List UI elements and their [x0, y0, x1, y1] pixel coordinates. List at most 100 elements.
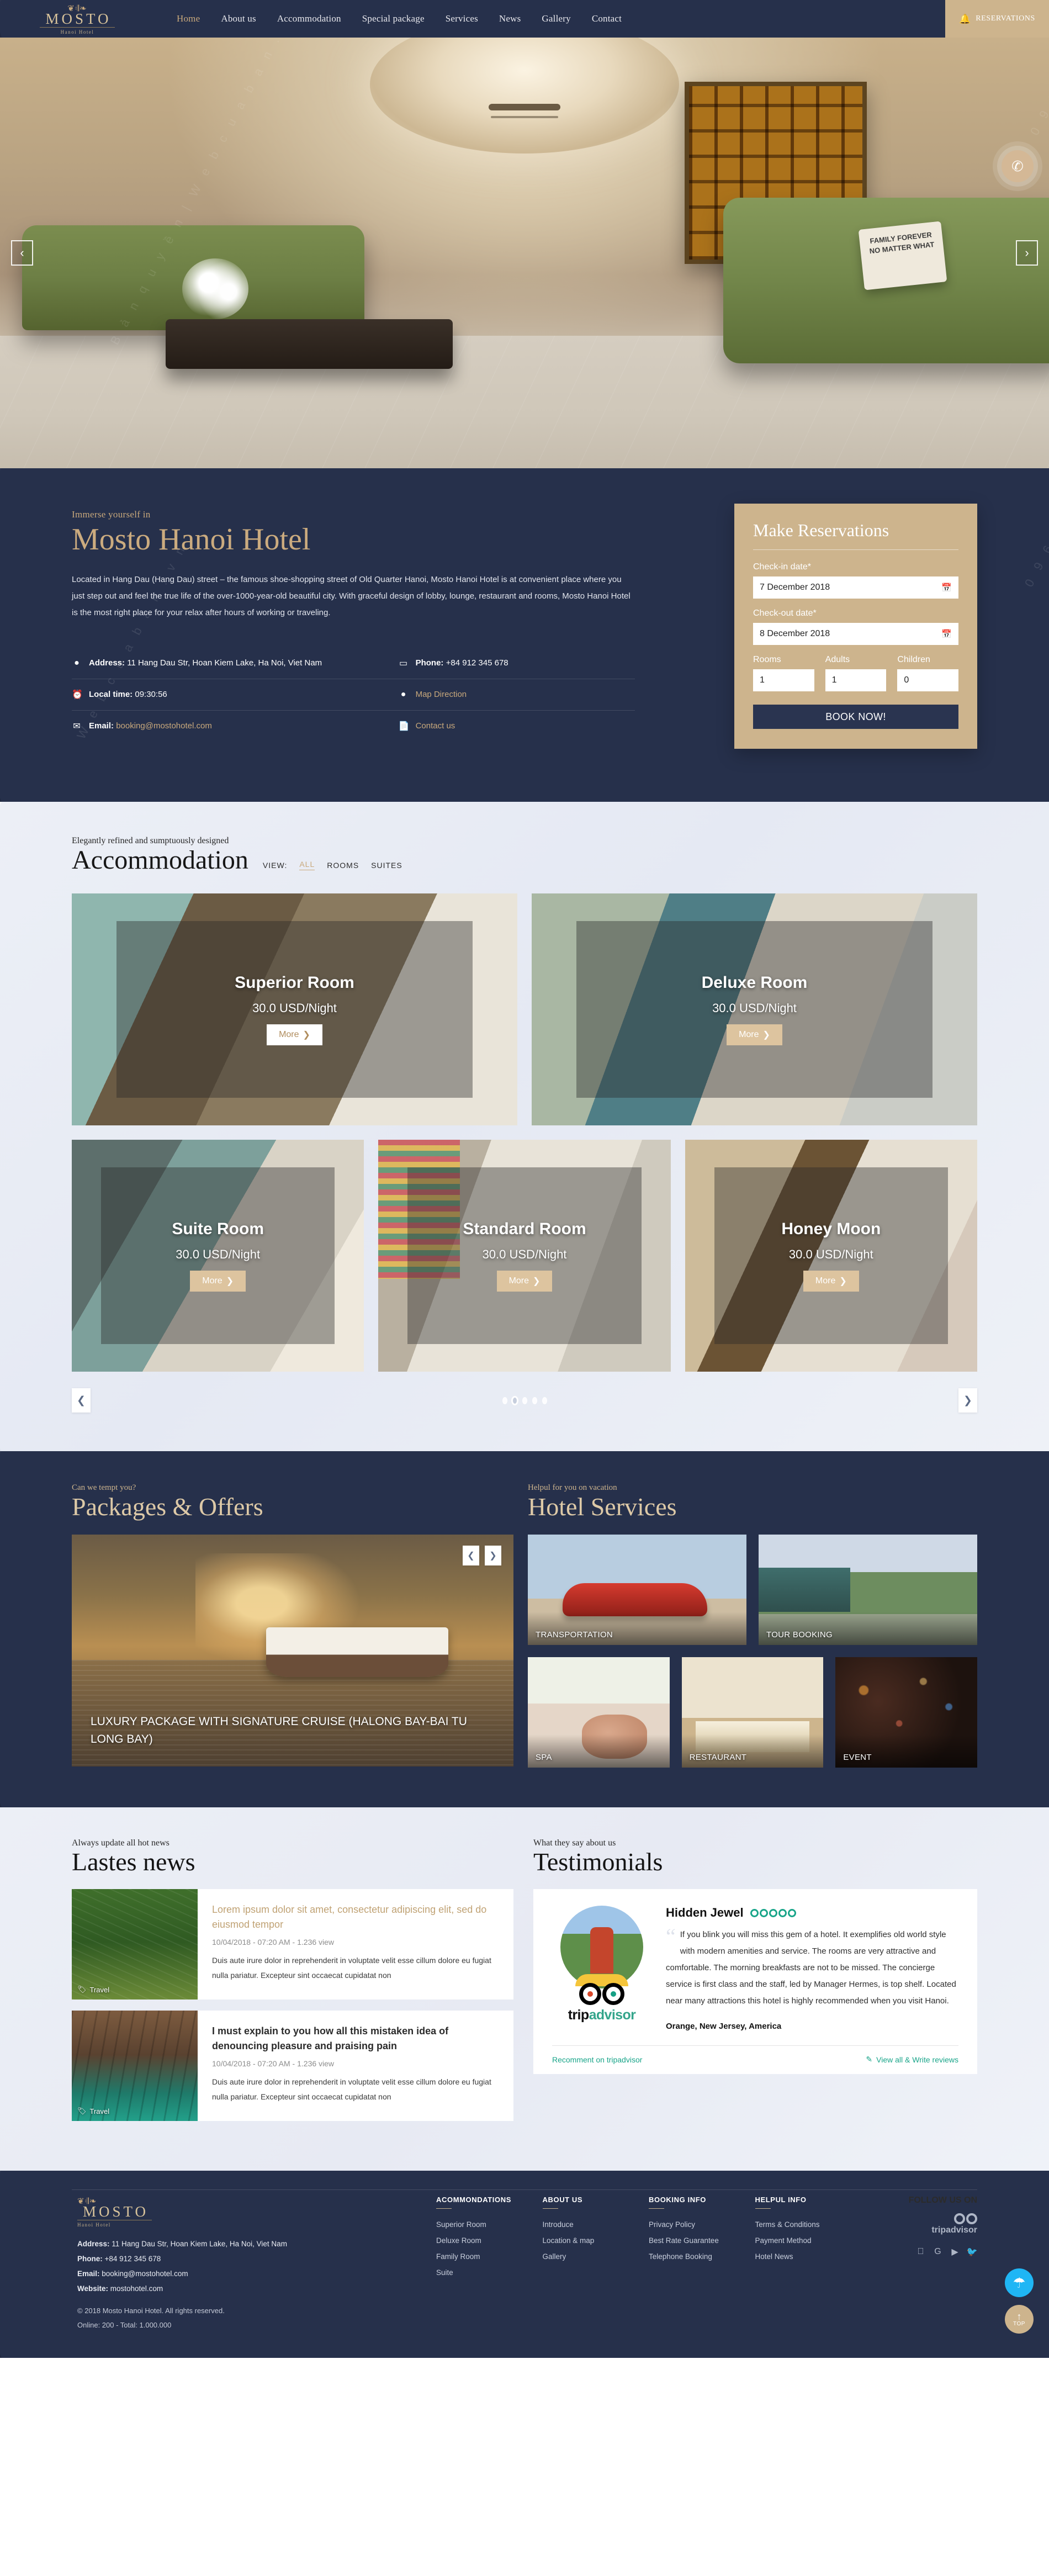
- news-list-item[interactable]: 🏷 Travel I must explain to you how all t…: [72, 2011, 513, 2122]
- footer-link-suite[interactable]: Suite: [436, 2265, 532, 2281]
- facebook-icon[interactable]: : [915, 2246, 926, 2257]
- carousel-dot[interactable]: [502, 1397, 507, 1404]
- accommodation-prev-button[interactable]: ❮: [72, 1388, 91, 1413]
- checkout-date-input[interactable]: 8 December 2018 📅: [753, 623, 958, 645]
- book-now-button[interactable]: BOOK NOW!: [753, 705, 958, 729]
- package-next-button[interactable]: ❯: [485, 1546, 501, 1566]
- site-logo[interactable]: ❦𝄇❧ MOSTO Hanoi Hotel: [0, 0, 155, 38]
- footer-link-introduce[interactable]: Introduce: [543, 2217, 638, 2233]
- children-input[interactable]: 0: [897, 669, 959, 691]
- news-thumbnail: 🏷 Travel: [72, 2011, 198, 2122]
- map-direction-link[interactable]: Map Direction: [416, 690, 467, 699]
- nav-item-gallery[interactable]: Gallery: [542, 13, 570, 24]
- reservations-button[interactable]: 🔔 RESERVATIONS: [945, 0, 1049, 38]
- nav-item-contact[interactable]: Contact: [592, 13, 622, 24]
- room-card-suite[interactable]: Suite Room 30.0 USD/Night More ❯: [72, 1140, 364, 1372]
- room-card-standard[interactable]: Standard Room 30.0 USD/Night More ❯: [378, 1140, 671, 1372]
- twitter-icon[interactable]: 🐦: [967, 2246, 978, 2257]
- room-name: Honey Moon: [781, 1220, 881, 1238]
- service-tile-event[interactable]: EVENT: [835, 1657, 978, 1768]
- hero-next-button[interactable]: ›: [1016, 240, 1038, 266]
- nav-item-about-us[interactable]: About us: [221, 13, 256, 24]
- checkin-date-input[interactable]: 7 December 2018 📅: [753, 576, 958, 599]
- footer-phone-label: Phone:: [77, 2255, 103, 2263]
- carousel-dot[interactable]: [542, 1397, 547, 1404]
- carousel-dot[interactable]: [522, 1397, 527, 1404]
- scroll-to-top-button[interactable]: ↑ TOP: [1005, 2305, 1034, 2334]
- filter-suites[interactable]: SUITES: [371, 861, 402, 870]
- owl-eyes-icon: [954, 2213, 977, 2225]
- google-icon[interactable]: G: [933, 2246, 943, 2257]
- rooms-row-1: Superior Room 30.0 USD/Night More ❯ Delu…: [72, 893, 977, 1125]
- service-tile-tour-booking[interactable]: TOUR BOOKING: [759, 1535, 977, 1646]
- map-direction-cell[interactable]: ● Map Direction: [399, 689, 635, 700]
- phone-cell[interactable]: ▭ Phone: +84 912 345 678: [399, 658, 635, 669]
- room-more-button[interactable]: More ❯: [496, 1271, 553, 1292]
- adults-input[interactable]: 1: [825, 669, 887, 691]
- news-list-item[interactable]: 🏷 Travel Lorem ipsum dolor sit amet, con…: [72, 1889, 513, 2000]
- footer-link-privacy-policy[interactable]: Privacy Policy: [649, 2217, 744, 2233]
- footer-link-hotel-news[interactable]: Hotel News: [755, 2249, 851, 2265]
- carousel-dot-active[interactable]: [511, 1395, 518, 1405]
- nav-item-home[interactable]: Home: [177, 13, 200, 24]
- envelope-icon: ✉: [73, 721, 81, 731]
- nav-item-news[interactable]: News: [499, 13, 521, 24]
- footer-heading: BOOKING INFO: [649, 2196, 706, 2204]
- room-card-honey-moon[interactable]: Honey Moon 30.0 USD/Night More ❯: [685, 1140, 977, 1372]
- footer-link-terms-conditions[interactable]: Terms & Conditions: [755, 2217, 851, 2233]
- package-slider[interactable]: ❮ ❯ LUXURY PACKAGE WITH SIGNATURE CRUISE…: [72, 1535, 513, 1767]
- footer-link-location-map[interactable]: Location & map: [543, 2233, 638, 2249]
- filter-rooms[interactable]: ROOMS: [327, 861, 359, 870]
- nav-item-services[interactable]: Services: [446, 13, 478, 24]
- recommend-link[interactable]: Recomment on tripadvisor: [552, 2055, 642, 2064]
- hero-prev-button[interactable]: ‹: [11, 240, 33, 266]
- service-tile-restaurant[interactable]: RESTAURANT: [681, 1657, 824, 1768]
- contact-us-link[interactable]: Contact us: [416, 721, 455, 731]
- rooms-input[interactable]: 1: [753, 669, 814, 691]
- tripadvisor-label: tripadvisor: [931, 2225, 977, 2235]
- footer-link-best-rate-guarantee[interactable]: Best Rate Guarantee: [649, 2233, 744, 2249]
- footer-link-telephone-booking[interactable]: Telephone Booking: [649, 2249, 744, 2265]
- room-more-button[interactable]: More ❯: [267, 1024, 322, 1045]
- email-cell[interactable]: ✉ Email: booking@mostohotel.com: [72, 721, 399, 732]
- site-footer: ❦𝄇❧ MOSTO Hanoi Hotel Address: 11 Hang D…: [0, 2171, 1049, 2358]
- footer-link-family-room[interactable]: Family Room: [436, 2249, 532, 2265]
- service-tile-transportation[interactable]: TRANSPORTATION: [528, 1535, 746, 1646]
- room-more-button[interactable]: More ❯: [727, 1024, 782, 1045]
- footer-link-payment-method[interactable]: Payment Method: [755, 2233, 851, 2249]
- footer-link-gallery[interactable]: Gallery: [543, 2249, 638, 2265]
- view-all-reviews-link[interactable]: ✎ View all & Write reviews: [866, 2055, 958, 2064]
- news-headline[interactable]: Lorem ipsum dolor sit amet, consectetur …: [212, 1902, 499, 1932]
- room-card-deluxe[interactable]: Deluxe Room 30.0 USD/Night More ❯: [532, 893, 977, 1125]
- contact-us-cell[interactable]: 📄 Contact us: [399, 721, 635, 732]
- messenger-button[interactable]: ☂: [1005, 2268, 1034, 2298]
- nav-item-special-package[interactable]: Special package: [362, 13, 425, 24]
- package-carousel-controls: ❮ ❯: [463, 1546, 501, 1566]
- email-label: Email:: [89, 721, 114, 731]
- youtube-icon[interactable]: ▶: [950, 2246, 960, 2257]
- accommodation-next-button[interactable]: ❯: [958, 1388, 977, 1413]
- footer-column-accommodations: ACOMMONDATIONS Superior Room Deluxe Room…: [436, 2196, 532, 2332]
- reservation-title: Make Reservations: [753, 520, 958, 550]
- footer-link-deluxe-room[interactable]: Deluxe Room: [436, 2233, 532, 2249]
- accommodation-section: Elegantly refined and sumptuously design…: [0, 802, 1049, 1451]
- room-more-button[interactable]: More ❯: [190, 1271, 246, 1292]
- service-tile-spa[interactable]: SPA: [528, 1657, 670, 1768]
- news-headline[interactable]: I must explain to you how all this mista…: [212, 2024, 499, 2054]
- nav-item-accommodation[interactable]: Accommodation: [277, 13, 341, 24]
- bell-icon: 🔔: [959, 13, 971, 24]
- room-more-button[interactable]: More ❯: [803, 1271, 859, 1292]
- logo-wordmark: MOSTO: [40, 12, 115, 28]
- package-prev-button[interactable]: ❮: [463, 1546, 479, 1566]
- footer-logo[interactable]: ❦𝄇❧ MOSTO Hanoi Hotel: [72, 2196, 425, 2228]
- hero-image-lobby: FAMILY FOREVER NO MATTER WHAT: [0, 38, 1049, 468]
- email-value: booking@mostohotel.com: [116, 721, 212, 731]
- footer-link-superior-room[interactable]: Superior Room: [436, 2217, 532, 2233]
- chevron-right-icon: ❯: [533, 1277, 541, 1286]
- call-float-button[interactable]: ✆: [1002, 150, 1034, 182]
- testimonials-column: What they say about us Testimonials trip…: [533, 1838, 977, 2132]
- room-card-superior[interactable]: Superior Room 30.0 USD/Night More ❯: [72, 893, 517, 1125]
- filter-all[interactable]: ALL: [299, 860, 315, 870]
- carousel-dot[interactable]: [532, 1397, 537, 1404]
- tripadvisor-badge[interactable]: tripadvisor: [861, 2213, 977, 2235]
